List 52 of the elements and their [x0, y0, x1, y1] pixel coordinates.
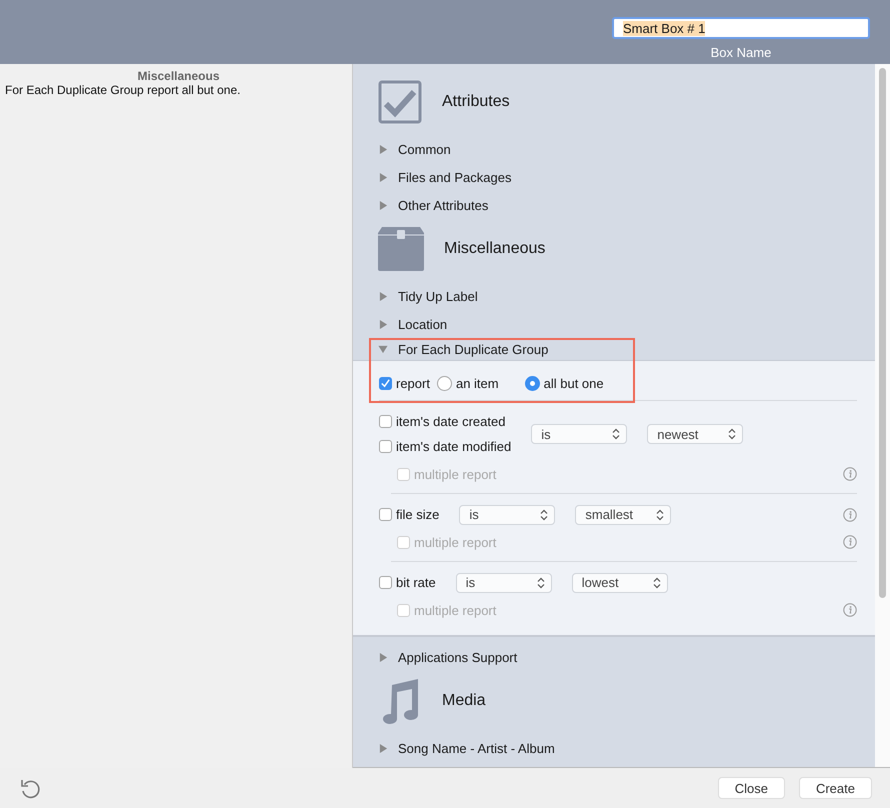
value-popup[interactable]: lowest [572, 572, 668, 592]
disclosure-item[interactable]: Tidy Up Label [353, 282, 875, 310]
info-icon[interactable] [843, 603, 857, 617]
info-icon[interactable] [843, 508, 857, 522]
operator-popup[interactable]: is [531, 424, 628, 444]
summary-title: Miscellaneous [136, 69, 221, 83]
disclosure-triangle-icon [379, 320, 388, 328]
criterion-checkbox[interactable]: item's date created [379, 414, 512, 429]
operator-popup[interactable]: is [459, 504, 556, 524]
disclosure-triangle-icon [378, 344, 388, 354]
stepper-arrows-icon [728, 428, 736, 440]
disclosure-triangle-icon [379, 144, 388, 154]
stepper-arrows-icon [612, 428, 620, 440]
close-button[interactable]: Close [718, 777, 785, 799]
checkbox-icon [378, 80, 422, 124]
criterion-checkbox[interactable]: item's date modified [379, 439, 512, 454]
stepper-arrows-icon [536, 576, 545, 588]
value-popup[interactable]: newest [647, 424, 744, 444]
info-icon[interactable] [843, 467, 857, 481]
disclosure-triangle-icon [379, 744, 388, 752]
disclosure-triangle-icon [379, 172, 388, 182]
disclosure-triangle-icon [379, 200, 388, 210]
info-icon[interactable] [843, 535, 857, 549]
disclosure-item[interactable]: Other Attributes [353, 191, 875, 219]
disclosure-item[interactable]: Song Name - Artist - Album [353, 734, 875, 762]
radio-option[interactable]: an item [436, 376, 499, 390]
disclosure-item[interactable]: Location [353, 310, 875, 338]
criterion-checkbox[interactable]: bit rate [379, 575, 436, 590]
radio-option[interactable]: all but one [524, 376, 604, 390]
box-name-label: Box Name [710, 45, 772, 60]
scrollbar-thumb[interactable] [879, 68, 886, 598]
disclosure-triangle-icon [379, 292, 388, 300]
disclosure-item[interactable]: For Each Duplicate Group [353, 338, 875, 360]
summary-text: For Each Duplicate Group report all but one. [5, 83, 242, 97]
section-title: Attributes [442, 93, 510, 111]
section-title: Media [442, 692, 486, 710]
box-name-field[interactable]: Smart Box # 1 [612, 17, 870, 39]
disclosure-triangle-icon [379, 652, 388, 662]
criterion-checkbox[interactable]: file size [379, 507, 440, 522]
value-popup[interactable]: smallest [575, 504, 672, 524]
checkmark-icon [380, 377, 391, 389]
create-button[interactable]: Create [798, 777, 872, 799]
report-checkbox[interactable]: report [379, 376, 430, 390]
disclosure-item[interactable]: Applications Support [353, 643, 875, 671]
stepper-arrows-icon [540, 508, 548, 520]
disclosure-item[interactable]: Common [353, 135, 875, 163]
disclosure-item[interactable]: Files and Packages [353, 163, 875, 191]
box-icon [378, 227, 424, 271]
stepper-arrows-icon [652, 576, 661, 588]
operator-popup[interactable]: is [456, 572, 552, 592]
section-title: Miscellaneous [444, 240, 546, 258]
stepper-arrows-icon [656, 508, 664, 520]
